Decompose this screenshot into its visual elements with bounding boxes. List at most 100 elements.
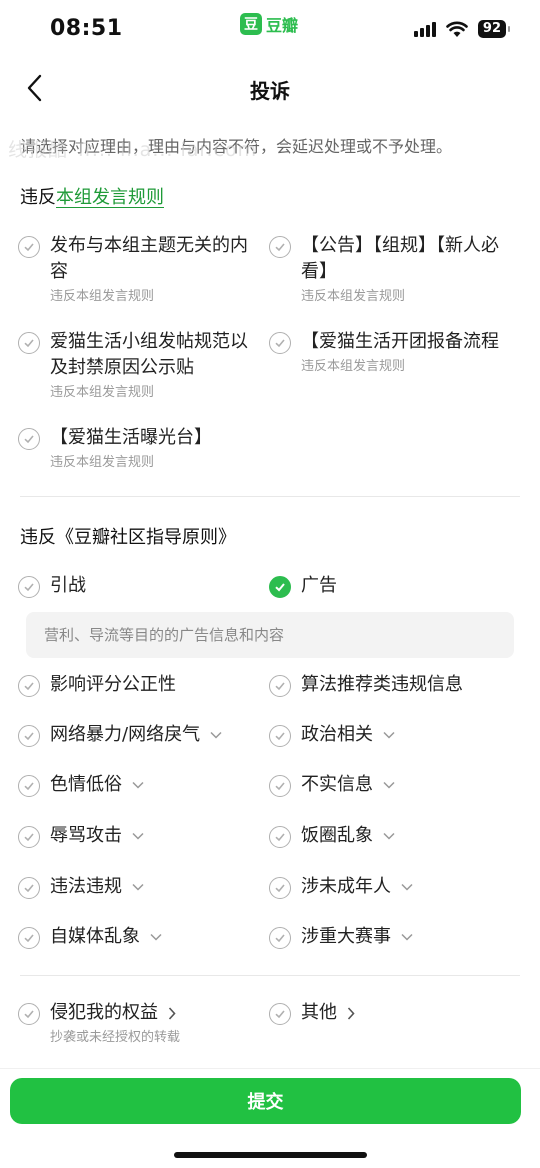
option-rating-fairness[interactable]: 影响评分公正性 — [18, 672, 258, 698]
option-label: 算法推荐类违规信息 — [301, 674, 463, 695]
checkbox-icon[interactable] — [18, 826, 40, 848]
option-other[interactable]: 其他 — [269, 1000, 519, 1026]
chevron-down-icon[interactable] — [383, 731, 395, 739]
option-label: 影响评分公正性 — [50, 674, 176, 695]
checkbox-icon[interactable] — [18, 877, 40, 899]
option-label: 涉未成年人 — [301, 876, 391, 897]
option-sub: 违反本组发言规则 — [50, 455, 155, 470]
option-sub: 违反本组发言规则 — [301, 289, 406, 304]
app-indicator: 豆 豆瓣 — [240, 12, 298, 36]
checkbox-icon[interactable] — [269, 877, 291, 899]
nav-bar: 投诉 — [0, 60, 540, 116]
option-label: 网络暴力/网络戾气 — [50, 724, 201, 745]
chevron-right-icon[interactable] — [347, 1006, 355, 1020]
option-posting-rules[interactable]: 爱猫生活小组发帖规范以及封禁原因公示贴违反本组发言规则 — [18, 329, 263, 403]
divider — [20, 496, 520, 497]
douban-logo-icon: 豆 — [240, 13, 262, 35]
home-indicator — [174, 1152, 367, 1158]
option-provoking[interactable]: 引战 — [18, 573, 258, 599]
section-title-prefix: 违反 — [20, 187, 56, 208]
option-label: 爱猫生活小组发帖规范以及封禁原因公示贴 — [50, 331, 248, 378]
option-label: 【爱猫生活曝光台】 — [50, 427, 212, 448]
option-label: 饭圈乱象 — [301, 825, 373, 846]
checkbox-icon[interactable] — [18, 725, 40, 747]
option-misinformation[interactable]: 不实信息 — [269, 772, 519, 798]
group-rules-link[interactable]: 本组发言规则 — [56, 187, 164, 208]
option-pornography[interactable]: 色情低俗 — [18, 772, 258, 798]
option-sub: 抄袭或未经授权的转载 — [50, 1030, 181, 1045]
option-group-buy-process[interactable]: 【爱猫生活开团报备流程违反本组发言规则 — [269, 329, 519, 377]
page-title: 投诉 — [250, 79, 290, 103]
status-bar: 08:51 豆 豆瓣 92 — [0, 0, 540, 56]
option-label: 广告 — [301, 575, 337, 596]
checkbox-icon[interactable] — [18, 775, 40, 797]
submit-button[interactable]: 提交 — [10, 1078, 521, 1124]
option-sub: 违反本组发言规则 — [301, 359, 406, 374]
option-sub: 违反本组发言规则 — [50, 385, 155, 400]
chevron-down-icon[interactable] — [401, 933, 413, 941]
section-title-community-guidelines: 违反《豆瓣社区指导原则》 — [20, 527, 236, 548]
option-politics[interactable]: 政治相关 — [269, 722, 519, 748]
checkbox-icon[interactable] — [18, 332, 40, 354]
system-icons: 92 — [413, 20, 511, 38]
checkbox-icon[interactable] — [18, 428, 40, 450]
chevron-down-icon[interactable] — [132, 781, 144, 789]
checkbox-icon[interactable] — [269, 332, 291, 354]
option-label: 其他 — [301, 1002, 337, 1023]
status-time: 08:51 — [50, 16, 123, 41]
checkbox-icon[interactable] — [18, 927, 40, 949]
option-major-events[interactable]: 涉重大赛事 — [269, 924, 519, 950]
option-sub: 违反本组发言规则 — [50, 289, 155, 304]
wifi-icon — [446, 21, 468, 37]
chevron-right-icon[interactable] — [168, 1006, 176, 1020]
chevron-down-icon[interactable] — [383, 832, 395, 840]
checkbox-icon[interactable] — [269, 675, 291, 697]
option-label: 【爱猫生活开团报备流程 — [301, 331, 499, 352]
checkbox-icon[interactable] — [18, 576, 40, 598]
option-label: 侵犯我的权益 — [50, 1002, 158, 1023]
chevron-down-icon[interactable] — [401, 883, 413, 891]
divider — [20, 975, 520, 976]
chevron-down-icon[interactable] — [132, 883, 144, 891]
chevron-down-icon[interactable] — [383, 781, 395, 789]
checkbox-icon[interactable] — [269, 236, 291, 258]
app-name: 豆瓣 — [266, 16, 299, 35]
checkbox-icon[interactable] — [269, 927, 291, 949]
option-algorithm-recommendation[interactable]: 算法推荐类违规信息 — [269, 672, 519, 698]
option-cyber-violence[interactable]: 网络暴力/网络戾气 — [18, 722, 258, 748]
option-announcement[interactable]: 【公告】【组规】【新人必看】违反本组发言规则 — [269, 233, 519, 307]
option-illegal[interactable]: 违法违规 — [18, 874, 258, 900]
option-self-media[interactable]: 自媒体乱象 — [18, 924, 258, 950]
option-abuse[interactable]: 辱骂攻击 — [18, 823, 258, 849]
option-label: 辱骂攻击 — [50, 825, 122, 846]
option-label: 不实信息 — [301, 774, 373, 795]
option-advertising[interactable]: 广告 — [269, 573, 519, 599]
battery-icon: 92 — [477, 20, 511, 38]
option-off-topic[interactable]: 发布与本组主题无关的内容违反本组发言规则 — [18, 233, 263, 307]
section-title-group-rules: 违反本组发言规则 — [20, 183, 164, 209]
checkbox-icon[interactable] — [269, 775, 291, 797]
option-my-rights[interactable]: 侵犯我的权益抄袭或未经授权的转载 — [18, 1000, 258, 1048]
signal-icon — [413, 21, 436, 37]
option-label: 发布与本组主题无关的内容 — [50, 235, 248, 282]
option-label: 违法违规 — [50, 876, 122, 897]
checkbox-icon[interactable] — [18, 675, 40, 697]
option-label: 自媒体乱象 — [50, 926, 140, 947]
checked-icon[interactable] — [269, 576, 291, 598]
option-label: 【公告】【组规】【新人必看】 — [301, 235, 499, 282]
ad-description-box: 营利、导流等目的的广告信息和内容 — [26, 612, 514, 658]
checkbox-icon[interactable] — [269, 725, 291, 747]
chevron-down-icon[interactable] — [210, 731, 222, 739]
checkbox-icon[interactable] — [269, 826, 291, 848]
checkbox-icon[interactable] — [269, 1003, 291, 1025]
chevron-down-icon[interactable] — [150, 933, 162, 941]
option-minors[interactable]: 涉未成年人 — [269, 874, 519, 900]
chevron-down-icon[interactable] — [132, 832, 144, 840]
option-fandom-chaos[interactable]: 饭圈乱象 — [269, 823, 519, 849]
checkbox-icon[interactable] — [18, 236, 40, 258]
option-label: 引战 — [50, 575, 86, 596]
option-label: 涉重大赛事 — [301, 926, 391, 947]
option-label: 色情低俗 — [50, 774, 122, 795]
checkbox-icon[interactable] — [18, 1003, 40, 1025]
option-exposure-board[interactable]: 【爱猫生活曝光台】违反本组发言规则 — [18, 425, 263, 473]
